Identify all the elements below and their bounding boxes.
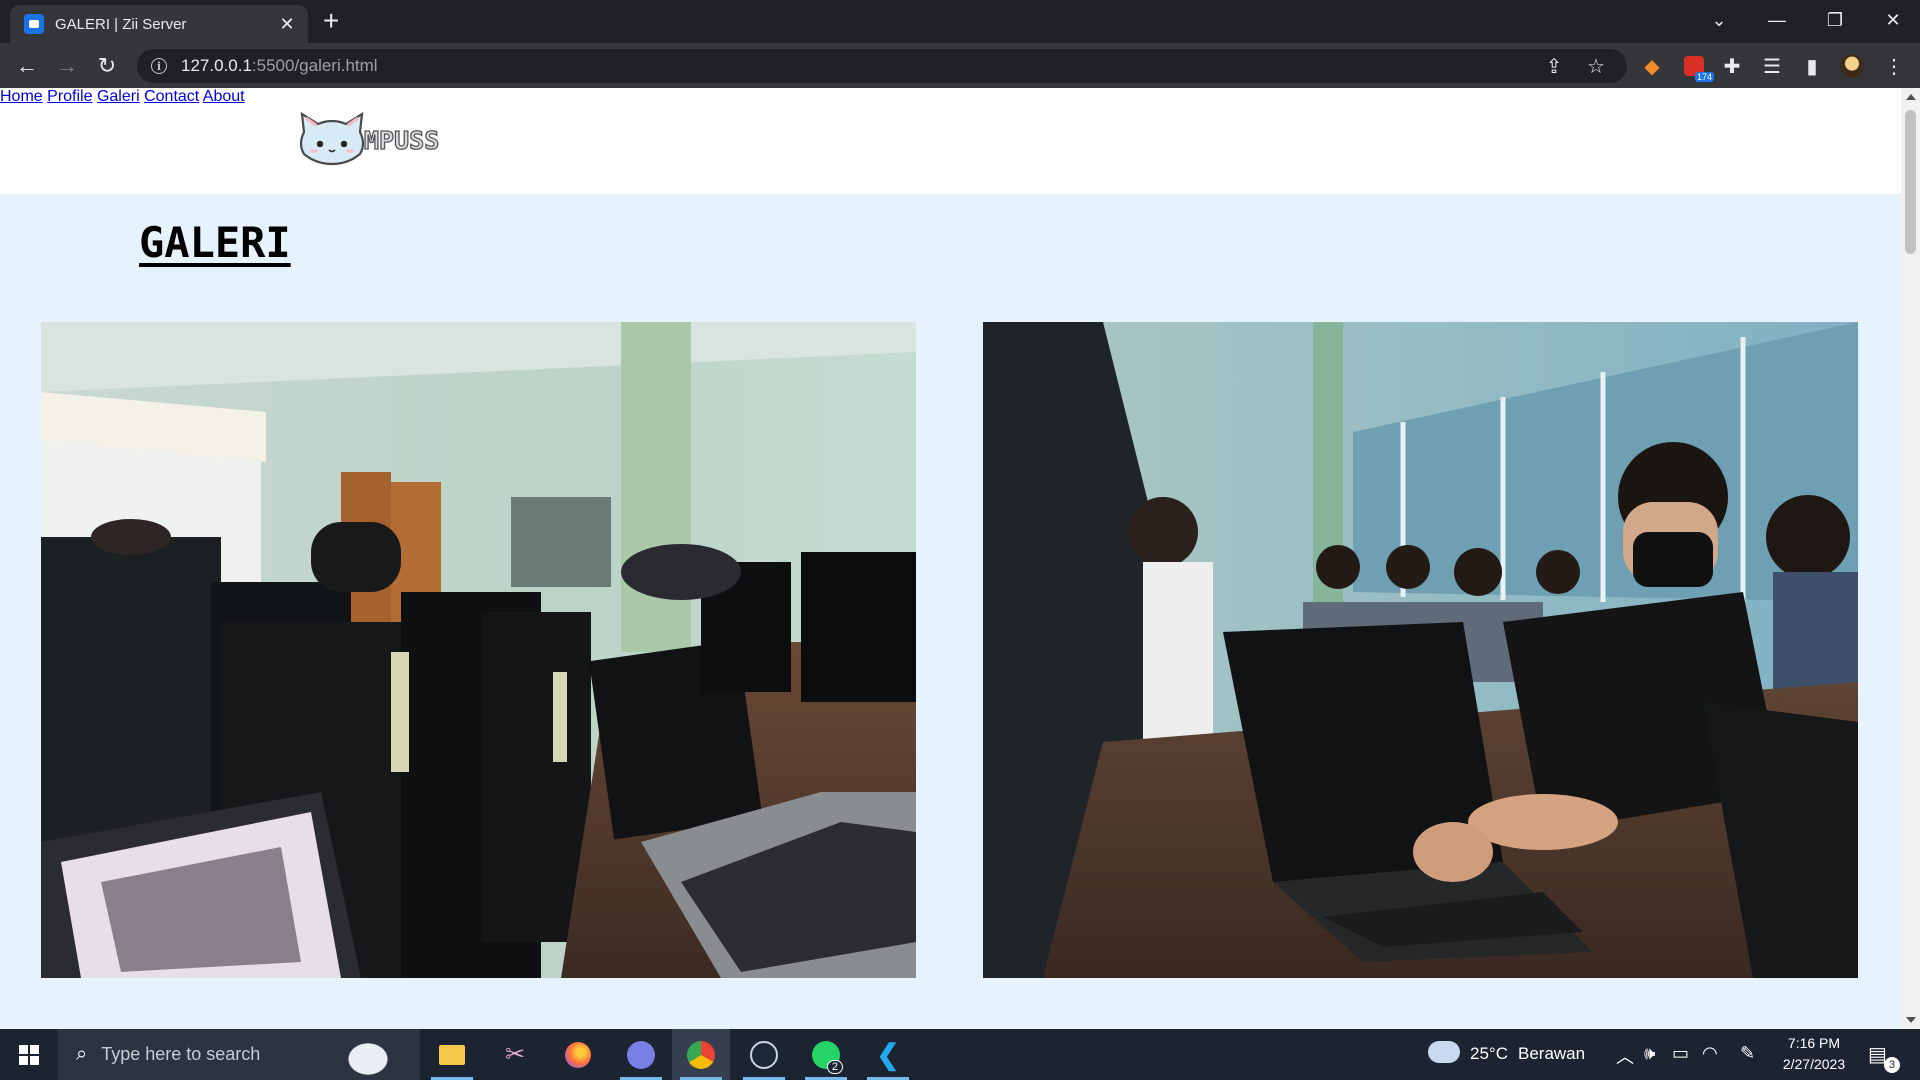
search-icon: ⌕ — [76, 1043, 88, 1065]
tab-title: GALERI | Zii Server — [55, 15, 187, 33]
nav-galeri[interactable]: Galeri — [97, 88, 140, 105]
vscode-icon[interactable]: ❮ — [859, 1029, 917, 1080]
windows-logo-icon — [19, 1044, 39, 1065]
forward-icon[interactable]: → — [52, 51, 82, 81]
browser-menu-icon[interactable]: ⋮ — [1880, 52, 1908, 80]
tab-close-icon[interactable]: ✕ — [276, 14, 298, 35]
close-window-icon[interactable]: ✕ — [1864, 0, 1920, 40]
reload-icon[interactable]: ↻ — [92, 51, 122, 81]
back-icon[interactable]: ← — [12, 51, 42, 81]
extension-badge-icon[interactable]: 174 — [1680, 52, 1714, 82]
file-explorer-icon[interactable] — [423, 1029, 481, 1080]
notification-count: 3 — [1884, 1057, 1900, 1073]
page-title: GALERI — [139, 218, 291, 267]
site-info-icon[interactable]: i — [151, 58, 167, 74]
scroll-thumb[interactable] — [1905, 110, 1916, 254]
steam-icon[interactable] — [735, 1029, 793, 1080]
minimize-icon[interactable]: — — [1748, 0, 1806, 40]
scroll-up-icon[interactable] — [1906, 94, 1916, 100]
wifi-icon[interactable]: ◠ — [1702, 1043, 1718, 1064]
extensions-puzzle-icon[interactable]: ✚ — [1718, 52, 1746, 80]
site-header: MPUSS Home Profile Galeri Contact About — [0, 88, 1901, 194]
bookmark-star-icon[interactable]: ☆ — [1581, 49, 1611, 83]
snipping-tool-icon[interactable]: ✂ — [486, 1029, 544, 1080]
windows-start-button[interactable] — [0, 1029, 58, 1080]
main-nav: Home Profile Galeri Contact About — [0, 88, 1901, 106]
tab-search-icon[interactable]: ⌄ — [1690, 0, 1748, 40]
url-text[interactable]: 127.0.0.1:5500/galeri.html — [181, 56, 378, 76]
address-bar[interactable]: i 127.0.0.1:5500/galeri.html ⇪ ☆ — [137, 49, 1627, 83]
search-placeholder: Type here to search — [101, 1044, 261, 1064]
gallery-photo-2[interactable] — [983, 322, 1858, 978]
clock-date: 2/27/2023 — [1782, 1056, 1846, 1072]
new-tab-icon[interactable]: + — [323, 6, 339, 36]
polar-bear-icon — [338, 1035, 398, 1075]
chrome-icon[interactable] — [672, 1029, 730, 1080]
clock-time: 7:16 PM — [1787, 1035, 1841, 1051]
battery-icon[interactable]: ▭ — [1672, 1043, 1689, 1064]
share-icon[interactable]: ⇪ — [1539, 49, 1569, 83]
page-scrollbar[interactable] — [1901, 88, 1920, 1029]
nav-about[interactable]: About — [203, 88, 245, 105]
nav-home[interactable]: Home — [0, 88, 43, 105]
cat-logo-icon — [299, 111, 365, 166]
page-viewport: MPUSS Home Profile Galeri Contact About … — [0, 88, 1901, 1029]
discord-icon[interactable] — [612, 1029, 670, 1080]
taskbar-clock[interactable]: 7:16 PM 2/27/2023 — [1771, 1033, 1857, 1075]
browser-toolbar: ← → ↻ i 127.0.0.1:5500/galeri.html ⇪ ☆ ◆… — [0, 43, 1920, 88]
site-logo[interactable]: MPUSS — [296, 110, 440, 166]
pen-icon[interactable]: ✎ — [1740, 1043, 1755, 1064]
whatsapp-icon[interactable]: 2 — [797, 1029, 855, 1080]
gallery-photo-1[interactable] — [41, 322, 916, 978]
nav-contact[interactable]: Contact — [144, 88, 199, 105]
restore-icon[interactable]: ❐ — [1806, 0, 1864, 40]
weather-temperature[interactable]: 25°C — [1470, 1044, 1508, 1064]
site-favicon-icon — [24, 14, 44, 34]
firefox-icon[interactable] — [549, 1029, 607, 1080]
browser-tab[interactable]: GALERI | Zii Server ✕ — [10, 5, 308, 43]
side-panel-icon[interactable]: ▮ — [1798, 52, 1826, 80]
taskbar-search[interactable]: ⌕ Type here to search — [58, 1029, 420, 1080]
volume-icon[interactable]: 🕪 — [1644, 1043, 1655, 1064]
tray-overflow-chevron-icon[interactable]: ︿ — [1616, 1043, 1634, 1069]
students-using-laptops-photo — [983, 322, 1858, 978]
logo-text: MPUSS — [363, 125, 440, 155]
profile-avatar[interactable] — [1838, 52, 1866, 80]
browser-tab-bar: GALERI | Zii Server ✕ + ⌄ — ❐ ✕ — [0, 0, 1920, 43]
metamask-extension-icon[interactable]: ◆ — [1638, 52, 1666, 80]
weather-cloud-icon[interactable] — [1428, 1041, 1460, 1063]
reading-list-icon[interactable]: ☰ — [1758, 52, 1786, 80]
windows-taskbar: ⌕ Type here to search ✂ 2 ❮ 25°C Berawan… — [0, 1029, 1920, 1080]
nav-profile[interactable]: Profile — [47, 88, 92, 105]
computer-lab-desktops-photo — [41, 322, 916, 978]
scroll-down-icon[interactable] — [1906, 1017, 1916, 1023]
weather-description[interactable]: Berawan — [1518, 1044, 1585, 1064]
